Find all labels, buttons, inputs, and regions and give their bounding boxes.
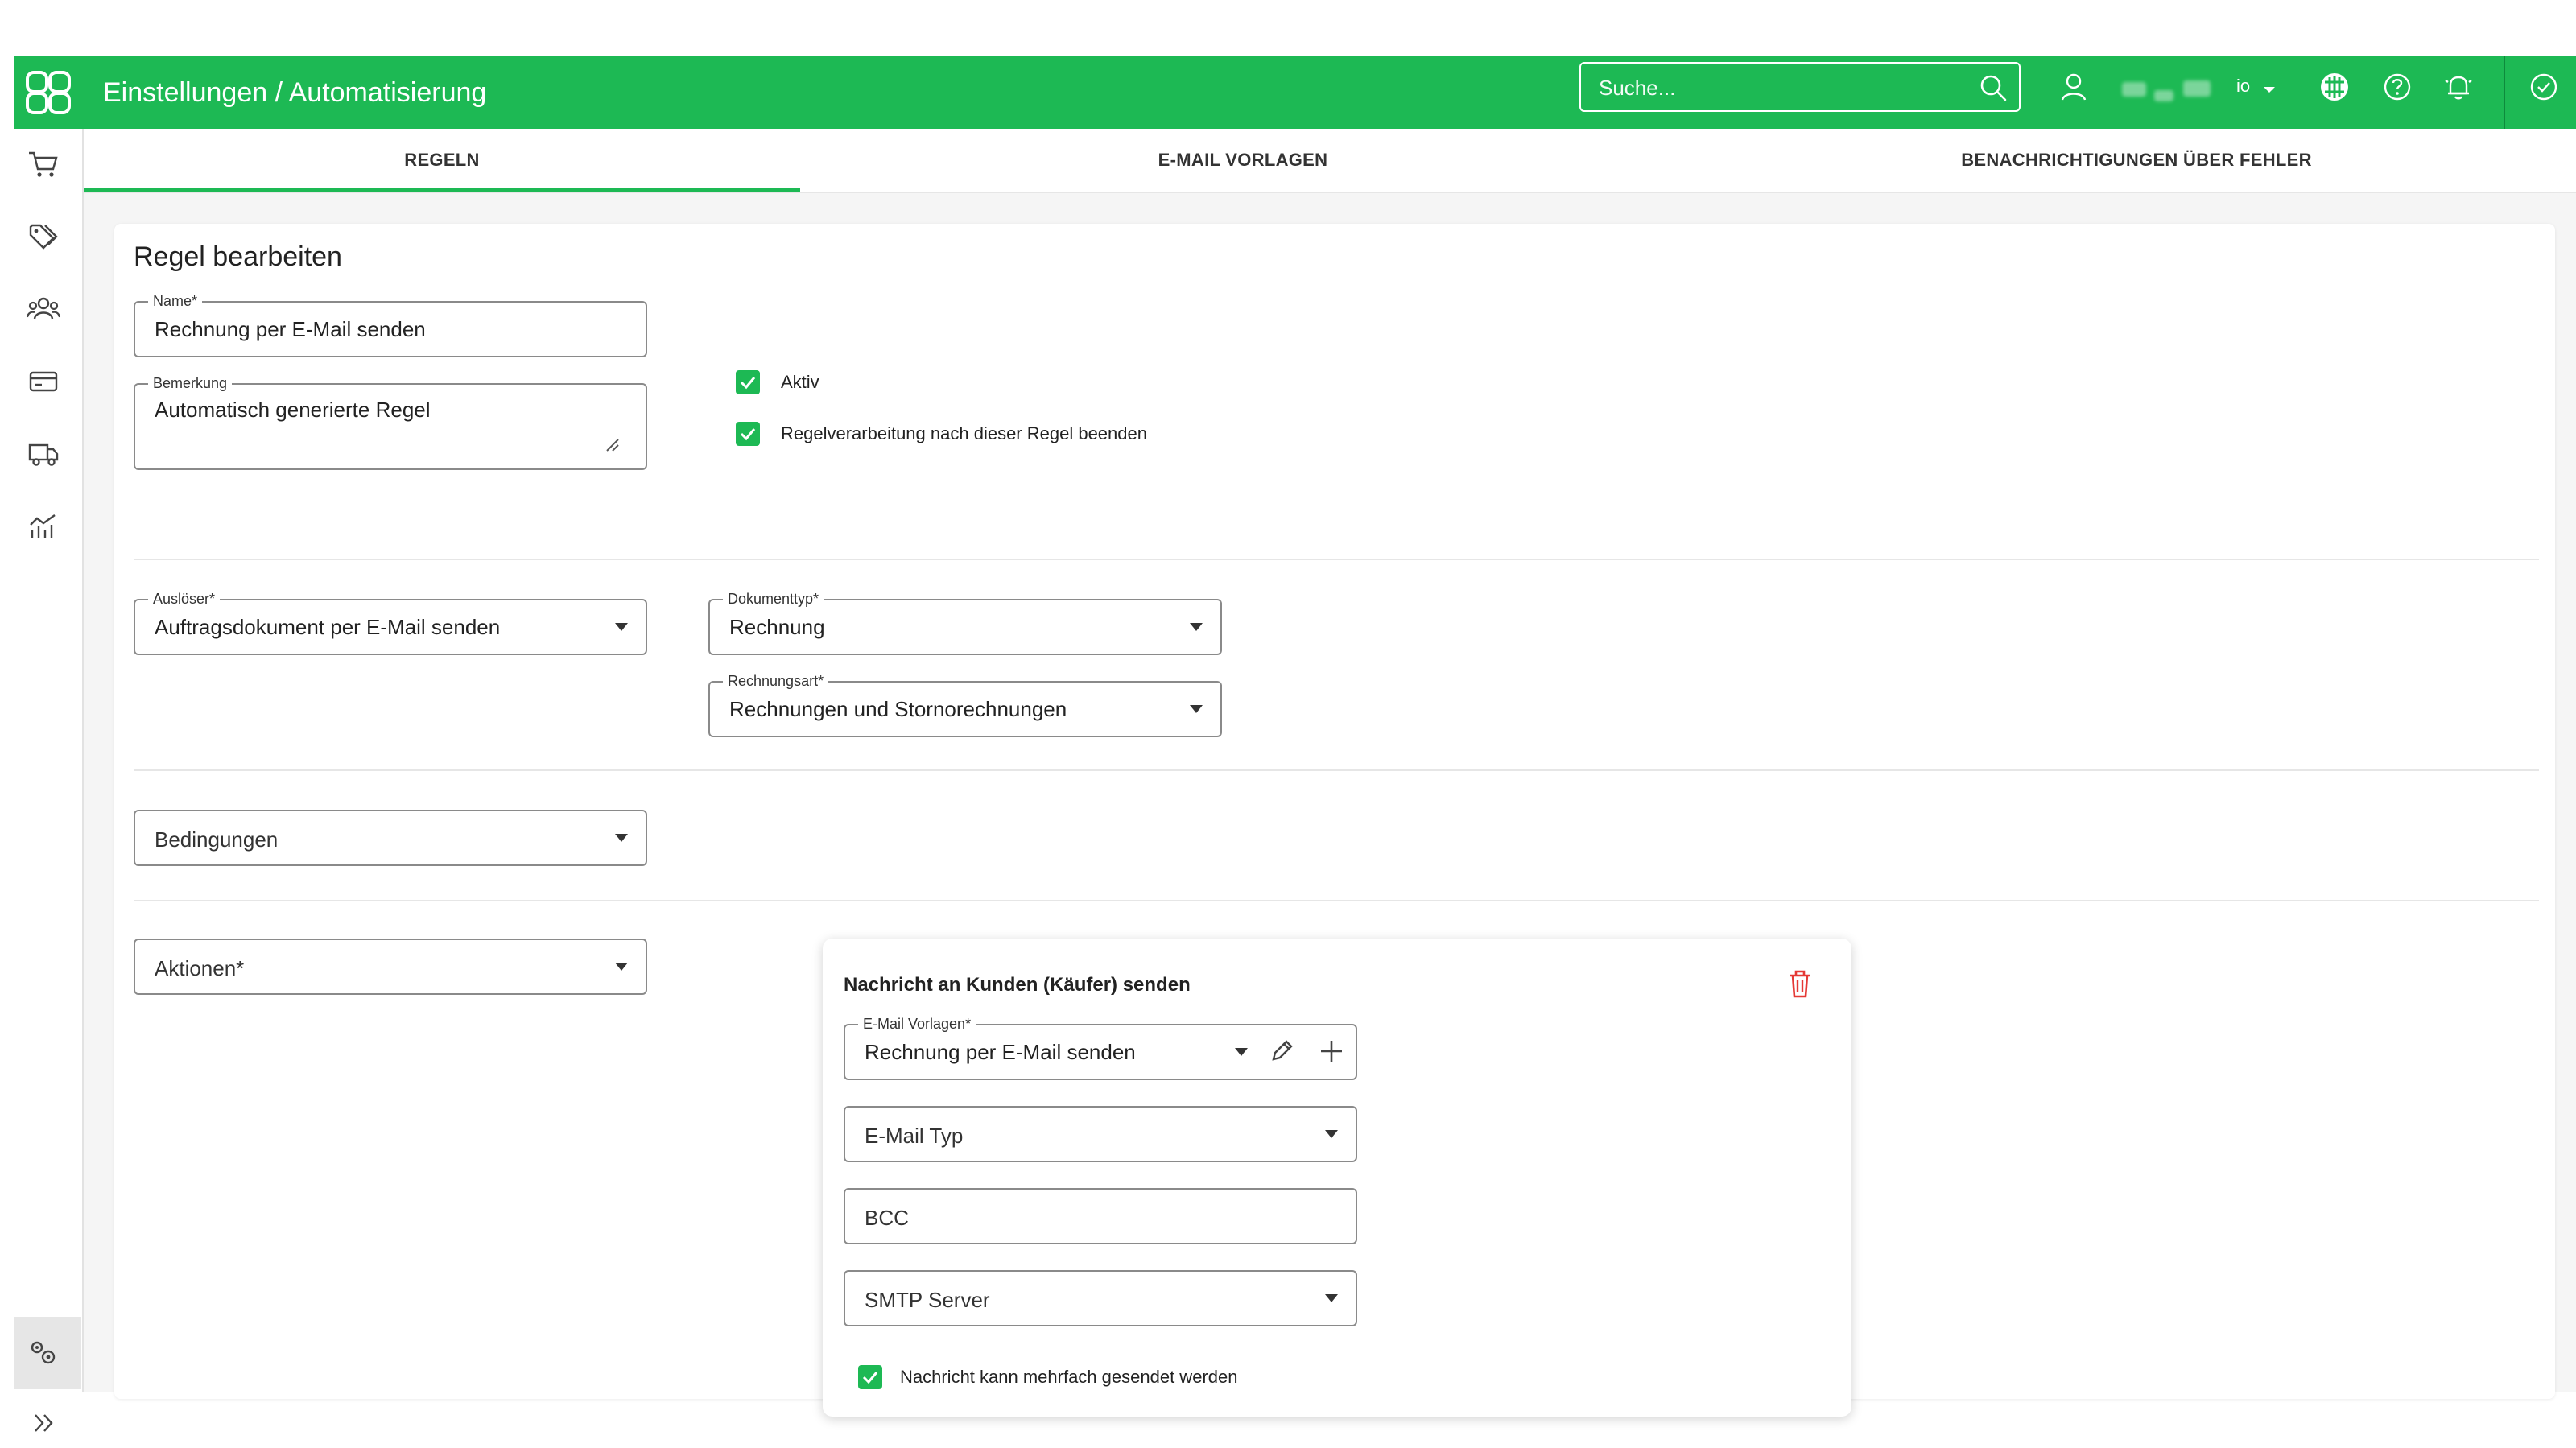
email-template-value: Rechnung per E-Mail senden: [865, 1040, 1136, 1064]
divider: [134, 769, 2539, 771]
search-input[interactable]: [1581, 64, 1979, 112]
bemerkung-label: Bemerkung: [148, 375, 233, 391]
stop-processing-label: Regelverarbeitung nach dieser Regel been…: [781, 423, 1147, 443]
doctype-select[interactable]: Dokumenttyp* Rechnung: [708, 591, 1222, 655]
tab-regeln[interactable]: REGELN: [84, 129, 800, 192]
stop-processing-checkbox[interactable]: [736, 422, 760, 446]
actions-select[interactable]: Aktionen*: [134, 939, 647, 995]
conditions-placeholder: Bedingungen: [155, 827, 279, 852]
analytics-icon[interactable]: [26, 509, 61, 544]
name-field[interactable]: Name* Rechnung per E-Mail senden: [134, 293, 647, 357]
tags-icon[interactable]: [26, 219, 61, 254]
multiple-send-checkbox[interactable]: [858, 1365, 882, 1389]
trigger-select[interactable]: Auslöser* Auftragsdokument per E-Mail se…: [134, 591, 647, 655]
search-box[interactable]: [1579, 62, 2021, 112]
dropdown-arrow-icon[interactable]: [1235, 1048, 1248, 1056]
delete-trash-icon[interactable]: [1785, 967, 1814, 1000]
cart-icon[interactable]: [26, 146, 61, 182]
dropdown-arrow-icon[interactable]: [615, 623, 628, 631]
top-bar: Einstellungen / Automatisierung io: [14, 56, 2576, 129]
conditions-select[interactable]: Bedingungen: [134, 810, 647, 866]
divider: [134, 559, 2539, 560]
tab-bar: REGELN E-MAIL VORLAGEN BENACHRICHTIGUNGE…: [84, 129, 2576, 193]
multiple-send-label: Nachricht kann mehrfach gesendet werden: [900, 1367, 1238, 1387]
check-circle-icon[interactable]: [2528, 71, 2560, 103]
account-short-label[interactable]: io: [2236, 76, 2250, 97]
name-label: Name*: [148, 293, 203, 309]
smtp-server-select[interactable]: SMTP Server: [844, 1270, 1357, 1326]
dropdown-arrow-icon[interactable]: [1190, 623, 1203, 631]
email-type-placeholder: E-Mail Typ: [865, 1124, 964, 1148]
name-value[interactable]: Rechnung per E-Mail senden: [155, 317, 426, 342]
dropdown-arrow-icon[interactable]: [615, 834, 628, 842]
edit-pencil-icon[interactable]: [1267, 1037, 1296, 1066]
help-icon[interactable]: [2381, 71, 2413, 103]
invoicetype-select[interactable]: Rechnungsart* Rechnungen und Stornorechn…: [708, 673, 1222, 737]
checkmark-icon: [862, 1372, 878, 1384]
email-template-select[interactable]: E-Mail Vorlagen* Rechnung per E-Mail sen…: [844, 1016, 1357, 1080]
language-globe-icon[interactable]: [2318, 71, 2351, 103]
dropdown-arrow-icon[interactable]: [615, 963, 628, 971]
email-type-select[interactable]: E-Mail Typ: [844, 1106, 1357, 1162]
dropdown-arrow-icon[interactable]: [1325, 1130, 1338, 1138]
active-tab-indicator: [84, 188, 800, 192]
bemerkung-value[interactable]: Automatisch generierte Regel: [155, 398, 431, 423]
dropdown-arrow-icon[interactable]: [1325, 1294, 1338, 1302]
app-frame: Einstellungen / Automatisierung io: [14, 56, 2576, 1432]
dropdown-arrow-icon[interactable]: [1190, 705, 1203, 713]
invoicetype-label: Rechnungsart*: [723, 673, 829, 689]
doctype-value: Rechnung: [729, 615, 825, 639]
add-plus-icon[interactable]: [1317, 1037, 1346, 1066]
bemerkung-field[interactable]: Bemerkung Automatisch generierte Regel: [134, 375, 647, 470]
payment-card-icon[interactable]: [26, 364, 61, 399]
trigger-value: Auftragsdokument per E-Mail senden: [155, 615, 501, 639]
account-name-redacted: [2122, 79, 2219, 103]
bcc-placeholder: BCC: [865, 1206, 909, 1230]
checkmark-icon: [740, 377, 756, 390]
divider: [134, 900, 2539, 901]
invoicetype-value: Rechnungen und Stornorechnungen: [729, 697, 1067, 721]
rule-edit-card: Regel bearbeiten Name* Rechnung per E-Ma…: [114, 224, 2555, 1417]
settings-gears-icon[interactable]: [26, 1335, 61, 1370]
aktiv-checkbox[interactable]: [736, 370, 760, 394]
smtp-placeholder: SMTP Server: [865, 1288, 990, 1312]
card-title: Regel bearbeiten: [134, 241, 342, 272]
header-divider: [2504, 56, 2505, 129]
delivery-truck-icon[interactable]: [26, 436, 61, 472]
trigger-label: Auslöser*: [148, 591, 221, 607]
users-icon[interactable]: [26, 291, 61, 327]
bcc-input[interactable]: BCC: [844, 1188, 1357, 1244]
actions-placeholder: Aktionen*: [155, 956, 245, 980]
action-card-title: Nachricht an Kunden (Käufer) senden: [844, 974, 1191, 996]
tab-email-vorlagen[interactable]: E-MAIL VORLAGEN: [913, 129, 1573, 192]
search-icon[interactable]: [1979, 73, 2008, 102]
tab-benachrichtigungen[interactable]: BENACHRICHTIGUNGEN ÜBER FEHLER: [1766, 129, 2507, 192]
doctype-label: Dokumenttyp*: [723, 591, 824, 607]
chevron-down-icon[interactable]: [2260, 80, 2278, 98]
app-logo-icon[interactable]: [24, 69, 72, 116]
user-icon[interactable]: [2058, 71, 2090, 103]
expand-chevrons-icon[interactable]: [26, 1405, 61, 1441]
action-send-message-card: Nachricht an Kunden (Käufer) senden E-Ma…: [823, 939, 1852, 1417]
checkmark-icon: [740, 428, 756, 441]
sidebar: [14, 129, 84, 1432]
email-template-label: E-Mail Vorlagen*: [858, 1016, 976, 1032]
notification-bell-icon[interactable]: [2442, 71, 2475, 103]
aktiv-label: Aktiv: [781, 372, 819, 392]
page-title: Einstellungen / Automatisierung: [103, 77, 487, 108]
resize-handle-icon[interactable]: [604, 436, 620, 452]
